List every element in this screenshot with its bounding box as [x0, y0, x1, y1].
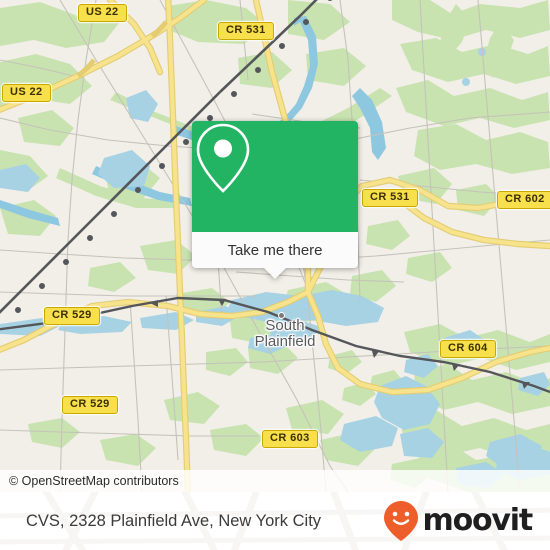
road-shield-us-22-west[interactable]: US 22 [2, 84, 51, 102]
moovit-brand[interactable]: moovit [383, 492, 534, 550]
take-me-there-label: Take me there [227, 241, 323, 259]
popup-action-area[interactable]: Take me there [192, 232, 358, 279]
road-shield-cr-602[interactable]: CR 602 [497, 191, 550, 209]
location-pin-icon [196, 123, 250, 193]
road-shield-us-22-north[interactable]: US 22 [78, 4, 127, 22]
road-shield-cr-531-north[interactable]: CR 531 [218, 22, 274, 40]
popup-pin-area [192, 121, 358, 232]
place-marker-dot [278, 312, 285, 319]
osm-attribution-text[interactable]: © OpenStreetMap contributors [0, 474, 179, 488]
road-shield-cr-603[interactable]: CR 603 [262, 430, 318, 448]
road-shield-cr-531-east[interactable]: CR 531 [362, 189, 418, 207]
map-attribution-bar: © OpenStreetMap contributors [0, 470, 550, 492]
road-shield-cr-529-upper[interactable]: CR 529 [44, 307, 100, 325]
moovit-smiley-pin-icon [383, 501, 418, 541]
road-shield-cr-529-lower[interactable]: CR 529 [62, 396, 118, 414]
popup-tail [263, 267, 287, 279]
map-screenshot: South Plainfield US 22 CR 531 US 22 CR 5… [0, 0, 550, 550]
location-popup[interactable]: Take me there [192, 121, 358, 279]
map-canvas[interactable]: South Plainfield US 22 CR 531 US 22 CR 5… [0, 0, 550, 492]
footer-bar: CVS, 2328 Plainfield Ave, New York City … [0, 492, 550, 550]
road-shield-cr-604[interactable]: CR 604 [440, 340, 496, 358]
moovit-wordmark: moovit [422, 503, 534, 538]
location-title: CVS, 2328 Plainfield Ave, New York City [26, 511, 322, 530]
